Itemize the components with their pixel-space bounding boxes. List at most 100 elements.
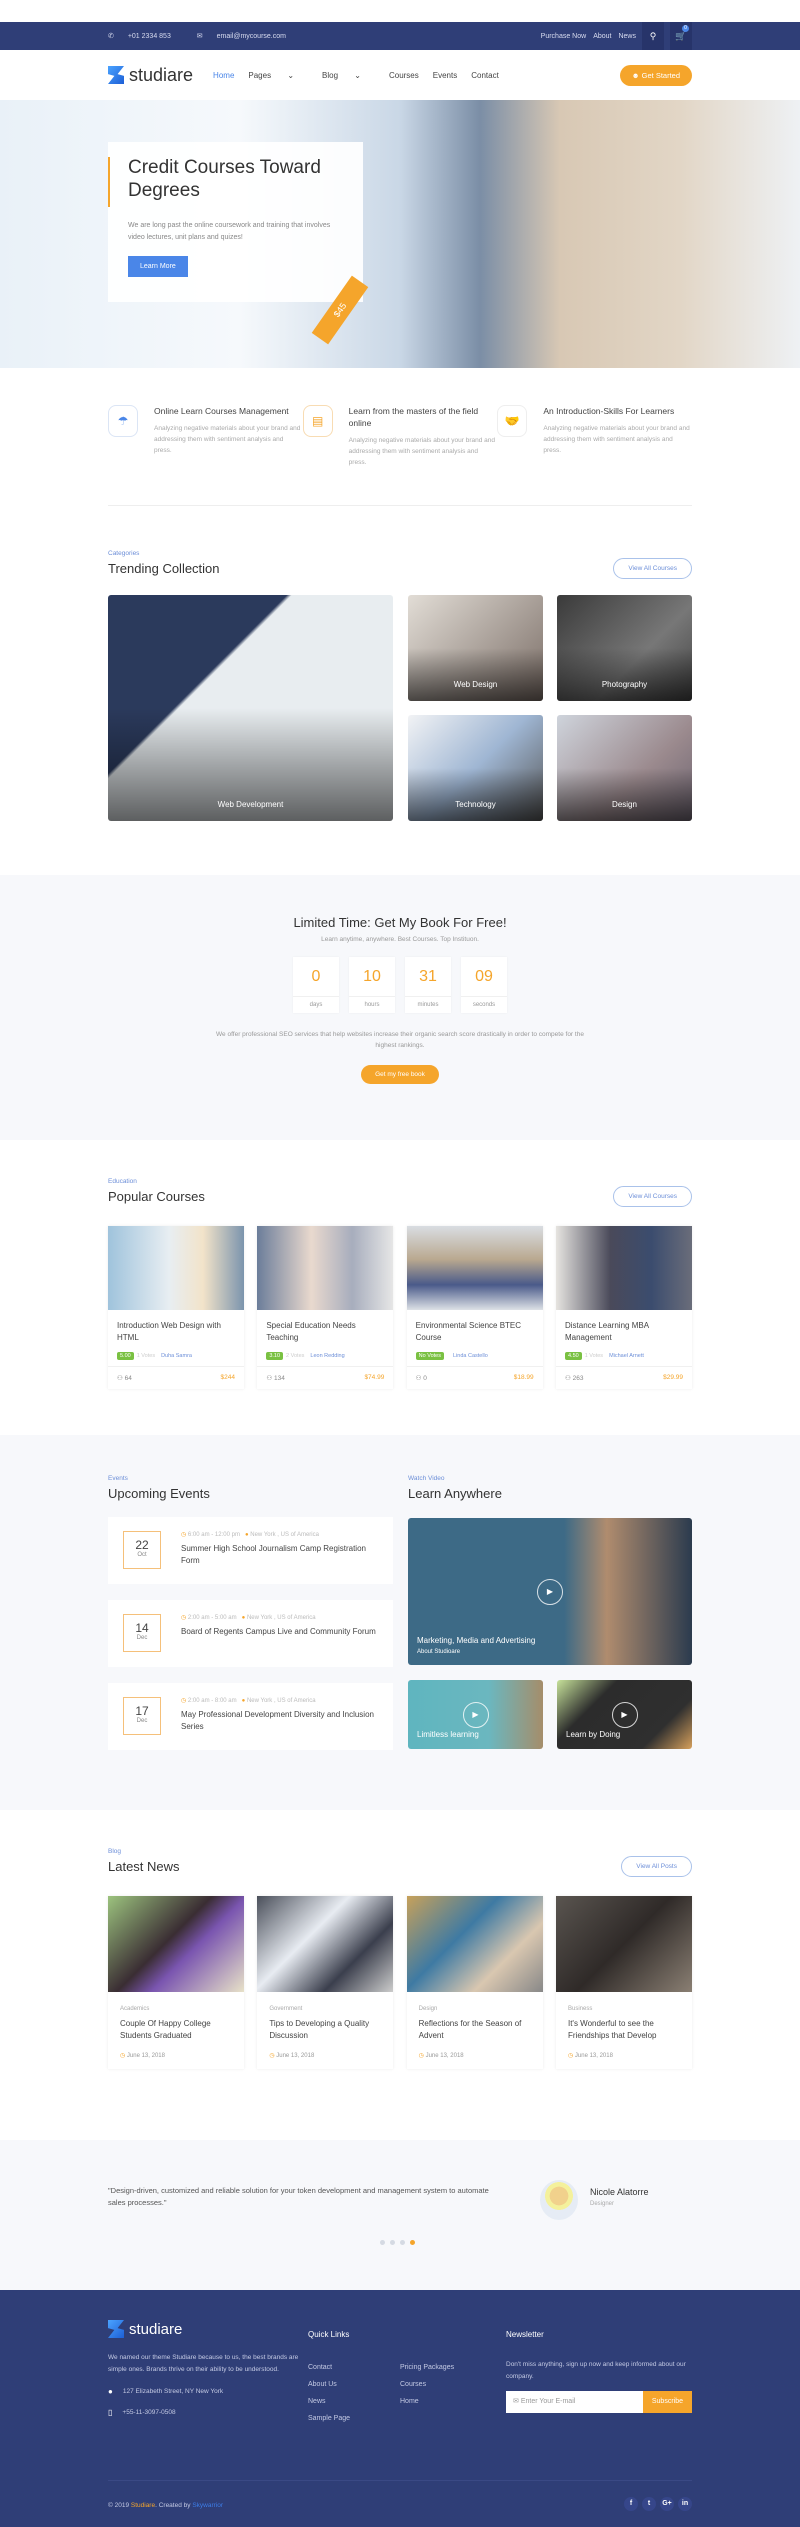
course-title[interactable]: Distance Learning MBA Management (565, 1320, 683, 1346)
top-bar: ✆ +01 2334 853 ✉ email@mycourse.com Purc… (0, 22, 800, 50)
course-title[interactable]: Special Education Needs Teaching (266, 1320, 384, 1346)
footer-link[interactable]: Pricing Packages (400, 2359, 492, 2376)
course-image[interactable] (406, 1226, 543, 1310)
clock-icon: ◷ (181, 1532, 187, 1538)
event-title[interactable]: Board of Regents Campus Live and Communi… (181, 1626, 381, 1638)
news-category[interactable]: Government (269, 2006, 381, 2012)
view-all-posts-button[interactable]: View All Posts (621, 1856, 692, 1877)
feature-text: Analyzing negative materials about your … (543, 425, 690, 454)
course-author[interactable]: Duha Samra (161, 1353, 192, 1359)
category-tile-technology[interactable]: Technology (408, 715, 543, 821)
play-icon[interactable]: ▶ (611, 1701, 638, 1728)
news-card[interactable]: Business It's Wonderful to see the Frien… (555, 1896, 692, 2069)
course-author[interactable]: Linda Castello (453, 1353, 488, 1359)
news-image[interactable] (257, 1896, 394, 1992)
video-learn-by-doing[interactable]: ▶ Learn by Doing (557, 1680, 692, 1749)
students-count: ⚇ 134 (266, 1375, 285, 1382)
carousel-dot[interactable] (400, 2240, 405, 2245)
course-title[interactable]: Environmental Science BTEC Course (416, 1320, 534, 1346)
event-title[interactable]: May Professional Development Diversity a… (181, 1709, 381, 1733)
popular-courses-section: Education Popular Courses View All Cours… (108, 1178, 692, 1389)
footer-address: ● 127 Elizabeth Street, NY New York (108, 2387, 224, 2396)
video-main[interactable]: ▶ Marketing, Media and Advertising About … (408, 1518, 692, 1665)
twitter-icon[interactable]: t (642, 2497, 656, 2511)
course-author[interactable]: Leon Redding (310, 1353, 344, 1359)
facebook-icon[interactable]: f (624, 2497, 638, 2511)
footer-link[interactable]: Sample Page (308, 2410, 400, 2427)
course-author[interactable]: Michael Arnett (609, 1353, 644, 1359)
carousel-dot-active[interactable] (410, 2240, 415, 2245)
news-title[interactable]: Reflections for the Season of Advent (419, 2018, 531, 2044)
feature-text: Analyzing negative materials about your … (348, 437, 496, 466)
news-image[interactable] (108, 1896, 244, 1992)
course-image[interactable] (257, 1226, 394, 1310)
event-title[interactable]: Summer High School Journalism Camp Regis… (181, 1543, 381, 1567)
news-title[interactable]: It's Wonderful to see the Friendships th… (568, 2018, 680, 2044)
carousel-dot[interactable] (380, 2240, 385, 2245)
topbar-link-about[interactable]: About (593, 33, 611, 40)
subscribe-button[interactable]: Subscribe (642, 2391, 692, 2413)
category-tile-photography[interactable]: Photography (557, 595, 692, 701)
course-title[interactable]: Introduction Web Design with HTML (117, 1320, 235, 1346)
search-button[interactable]: ⚲ (642, 22, 664, 50)
category-tile-design[interactable]: Design (557, 715, 692, 821)
news-category[interactable]: Academics (120, 2006, 232, 2012)
news-category[interactable]: Business (568, 2006, 680, 2012)
nav-contact[interactable]: Contact (471, 71, 499, 80)
footer-link[interactable]: About Us (308, 2376, 400, 2393)
cart-button[interactable]: 🛒 0 (670, 22, 692, 50)
course-image[interactable] (555, 1226, 692, 1310)
email-info[interactable]: ✉ email@mycourse.com (197, 33, 298, 40)
google-plus-icon[interactable]: G+ (660, 2497, 674, 2511)
footer-link[interactable]: Home (400, 2393, 492, 2410)
event-item[interactable]: 22 Oct ◷ 6:00 am - 12:00 pm ● New York , … (108, 1517, 393, 1584)
event-item[interactable]: 14 Dec ◷ 2:00 am - 5:00 am ● New York , U… (108, 1600, 393, 1667)
nav-pages[interactable]: Pages ⌄ (248, 71, 308, 80)
footer-link[interactable]: Courses (400, 2376, 492, 2393)
logo[interactable]: studiare (108, 65, 193, 86)
carousel-dot[interactable] (390, 2240, 395, 2245)
category-tile-web-design[interactable]: Web Design (408, 595, 543, 701)
course-card[interactable]: Special Education Needs Teaching 3.10 2 V… (257, 1226, 394, 1389)
topbar-link-news[interactable]: News (618, 33, 636, 40)
nav-courses[interactable]: Courses (389, 71, 419, 80)
video-limitless-learning[interactable]: ▶ Limitless learning (408, 1680, 543, 1749)
map-pin-icon: ● (108, 2387, 113, 2396)
get-started-button[interactable]: ☻ Get Started (619, 64, 692, 86)
footer-logo[interactable]: studiare (108, 2320, 308, 2338)
section-eyebrow: Education (108, 1178, 137, 1185)
logo-mark-icon (108, 2320, 124, 2338)
news-image[interactable] (555, 1896, 692, 1992)
news-category[interactable]: Design (419, 2006, 531, 2012)
footer-link[interactable]: Contact (308, 2359, 400, 2376)
play-icon[interactable]: ▶ (462, 1701, 489, 1728)
newsletter-email-input[interactable]: ✉ Enter Your E-mail (506, 2391, 643, 2413)
news-card[interactable]: Government Tips to Developing a Quality … (257, 1896, 394, 2069)
course-card[interactable]: Environmental Science BTEC Course No Vot… (406, 1226, 543, 1389)
nav-events[interactable]: Events (433, 71, 457, 80)
play-icon[interactable]: ▶ (537, 1578, 563, 1605)
topbar-link-purchase[interactable]: Purchase Now (541, 33, 587, 40)
news-title[interactable]: Tips to Developing a Quality Discussion (269, 2018, 381, 2044)
course-image[interactable] (108, 1226, 244, 1310)
footer-link[interactable]: News (308, 2393, 400, 2410)
news-title[interactable]: Couple Of Happy College Students Graduat… (120, 2018, 232, 2044)
category-tile-web-development[interactable]: Web Development (108, 595, 393, 821)
learn-more-button[interactable]: Learn More (128, 256, 188, 277)
clock-icon: ◷ (418, 2053, 424, 2059)
get-free-book-button[interactable]: Get my free book (361, 1065, 439, 1084)
event-item[interactable]: 17 Dec ◷ 2:00 am - 8:00 am ● New York , U… (108, 1683, 393, 1750)
hero-title: Credit Courses Toward Degrees (128, 157, 321, 201)
cart-icon: 🛒 (675, 30, 687, 41)
view-all-courses-button[interactable]: View All Courses (613, 1186, 692, 1207)
news-card[interactable]: Academics Couple Of Happy College Studen… (108, 1896, 244, 2069)
nav-home[interactable]: Home (213, 71, 234, 80)
linkedin-icon[interactable]: in (678, 2497, 692, 2511)
nav-blog[interactable]: Blog ⌄ (322, 71, 375, 80)
news-image[interactable] (406, 1896, 543, 1992)
course-card[interactable]: Introduction Web Design with HTML 5.00 1 … (108, 1226, 244, 1389)
view-all-courses-button[interactable]: View All Courses (613, 558, 692, 579)
news-card[interactable]: Design Reflections for the Season of Adv… (406, 1896, 543, 2069)
course-card[interactable]: Distance Learning MBA Management 4.50 1 V… (555, 1226, 692, 1389)
offer-description: We offer professional SEO services that … (216, 1031, 584, 1049)
